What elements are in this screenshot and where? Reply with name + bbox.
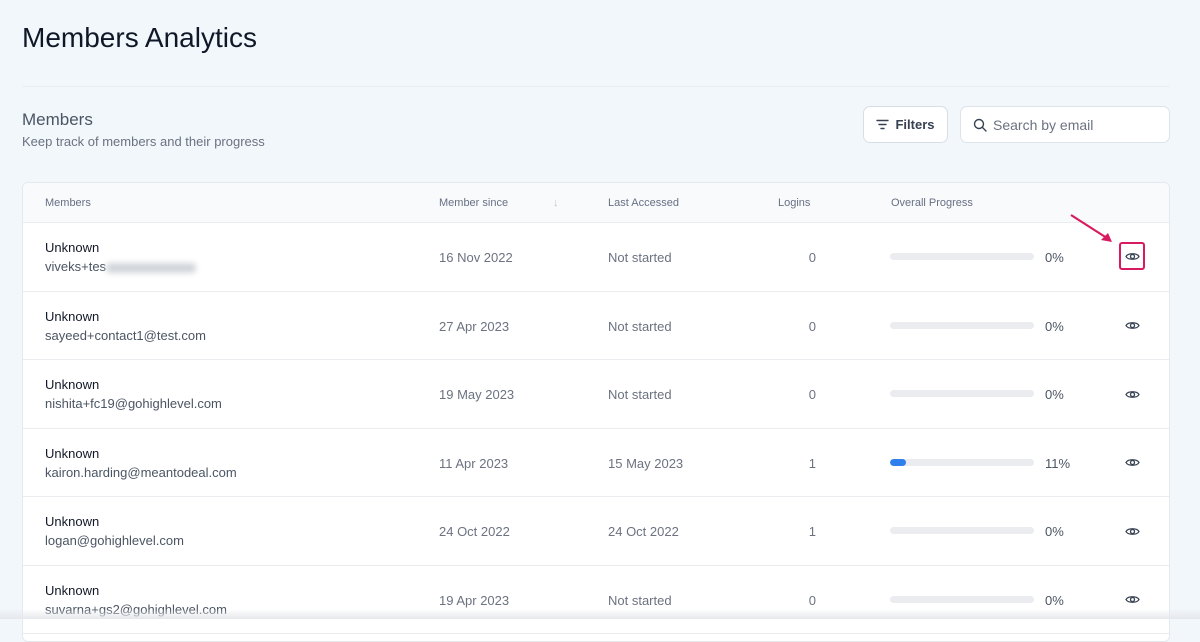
member-email: nishita+fc19@gohighlevel.com bbox=[45, 396, 222, 411]
last-accessed: Not started bbox=[608, 387, 672, 402]
search-icon bbox=[973, 118, 987, 132]
eye-icon bbox=[1124, 252, 1140, 260]
eye-icon bbox=[1124, 390, 1140, 398]
logins-count: 0 bbox=[808, 592, 816, 608]
table-row: Unknown suvarna+gs2@gohighlevel.com 19 A… bbox=[23, 566, 1169, 634]
progress-fill bbox=[890, 458, 906, 466]
header-last-accessed: Last Accessed bbox=[608, 197, 679, 209]
annotation-arrow-icon bbox=[1070, 214, 1112, 242]
table-row: Unknown nishita+fc19@gohighlevel.com 19 … bbox=[23, 360, 1169, 429]
member-name: Unknown bbox=[45, 582, 100, 598]
logins-count: 0 bbox=[808, 250, 816, 265]
last-accessed: Not started bbox=[608, 592, 672, 608]
progress-percent: 0% bbox=[1045, 592, 1064, 608]
eye-icon bbox=[1124, 322, 1140, 329]
filters-label: Filters bbox=[895, 117, 935, 132]
progress-percent: 11% bbox=[1045, 455, 1071, 471]
progress-percent: 0% bbox=[1045, 387, 1064, 402]
member-name: Unknown bbox=[45, 445, 100, 461]
header-progress: Overall Progress bbox=[891, 197, 973, 209]
member-email: sayeed+contact1@test.com bbox=[45, 328, 206, 343]
member-email-text: logan@gohighlevel.com bbox=[45, 533, 184, 548]
member-email-text: sayeed+contact1@test.com bbox=[45, 327, 206, 343]
progress-percent: 0% bbox=[1045, 524, 1064, 539]
progress-percent: 0% bbox=[1045, 318, 1064, 334]
view-button[interactable] bbox=[1119, 242, 1145, 270]
progress-bar bbox=[890, 253, 1034, 260]
table-row: Unknown logan@gohighlevel.com 24 Oct 202… bbox=[23, 497, 1169, 566]
search-box[interactable] bbox=[960, 106, 1170, 143]
progress-bar bbox=[890, 595, 1034, 603]
table-header: Members Member since ↓ Last Accessed Log… bbox=[23, 183, 1169, 223]
member-name: Unknown bbox=[45, 377, 100, 392]
view-button[interactable] bbox=[1121, 521, 1143, 541]
view-button[interactable] bbox=[1121, 384, 1143, 404]
eye-icon bbox=[1124, 527, 1140, 535]
logins-count: 1 bbox=[808, 455, 816, 471]
logins-count: 0 bbox=[808, 387, 816, 402]
progress-percent: 0% bbox=[1045, 250, 1064, 265]
last-accessed: 24 Oct 2022 bbox=[608, 524, 679, 539]
member-email-text: nishita+fc19@gohighlevel.com bbox=[45, 396, 222, 411]
member-since: 16 Nov 2022 bbox=[439, 250, 513, 265]
table-row: Unknown viveks+tes 16 Nov 2022 Not start… bbox=[23, 223, 1169, 292]
progress-bar bbox=[890, 390, 1034, 397]
member-email-text: viveks+tes bbox=[45, 259, 107, 274]
sort-arrow-icon[interactable]: ↓ bbox=[553, 197, 559, 209]
member-since: 24 Oct 2022 bbox=[439, 524, 510, 539]
header-member-since[interactable]: Member since bbox=[439, 197, 508, 209]
view-button[interactable] bbox=[1121, 316, 1143, 336]
page-title: Members Analytics bbox=[22, 22, 257, 53]
eye-icon bbox=[1124, 459, 1140, 466]
table-row: Unknown kairon.harding@meantodeal.com 11… bbox=[23, 429, 1169, 497]
progress-bar bbox=[890, 458, 1034, 466]
section-subtitle: Keep track of members and their progress bbox=[22, 134, 265, 149]
member-email: viveks+tes bbox=[45, 259, 197, 274]
members-table: Members Member since ↓ Last Accessed Log… bbox=[22, 182, 1170, 642]
member-name: Unknown bbox=[45, 514, 100, 529]
view-button[interactable] bbox=[1121, 453, 1143, 473]
bottom-fade bbox=[0, 609, 1200, 619]
member-email: kairon.harding@meantodeal.com bbox=[45, 465, 237, 480]
last-accessed: Not started bbox=[608, 318, 672, 334]
header-members: Members bbox=[45, 197, 91, 209]
member-name: Unknown bbox=[45, 240, 100, 255]
filter-icon bbox=[876, 119, 890, 130]
progress-bar bbox=[890, 527, 1034, 534]
divider bbox=[22, 86, 1170, 87]
member-since: 19 May 2023 bbox=[439, 387, 515, 402]
redacted-email bbox=[106, 262, 197, 273]
header-logins: Logins bbox=[778, 197, 811, 209]
member-since: 19 Apr 2023 bbox=[439, 592, 510, 608]
last-accessed: 15 May 2023 bbox=[608, 455, 684, 471]
section-title: Members bbox=[22, 110, 93, 129]
progress-bar bbox=[890, 321, 1034, 329]
member-since: 11 Apr 2023 bbox=[439, 455, 509, 471]
logins-count: 0 bbox=[808, 318, 816, 334]
search-input[interactable] bbox=[993, 116, 1153, 133]
last-accessed: Not started bbox=[608, 250, 672, 265]
filters-button[interactable]: Filters bbox=[863, 106, 948, 143]
member-since: 27 Apr 2023 bbox=[439, 318, 510, 334]
table-row: Unknown sayeed+contact1@test.com 27 Apr … bbox=[23, 292, 1169, 360]
eye-icon bbox=[1124, 596, 1140, 603]
view-button[interactable] bbox=[1121, 590, 1143, 610]
logins-count: 1 bbox=[808, 524, 816, 539]
member-email: logan@gohighlevel.com bbox=[45, 533, 184, 548]
member-name: Unknown bbox=[45, 308, 100, 324]
member-email-text: kairon.harding@meantodeal.com bbox=[45, 464, 237, 480]
